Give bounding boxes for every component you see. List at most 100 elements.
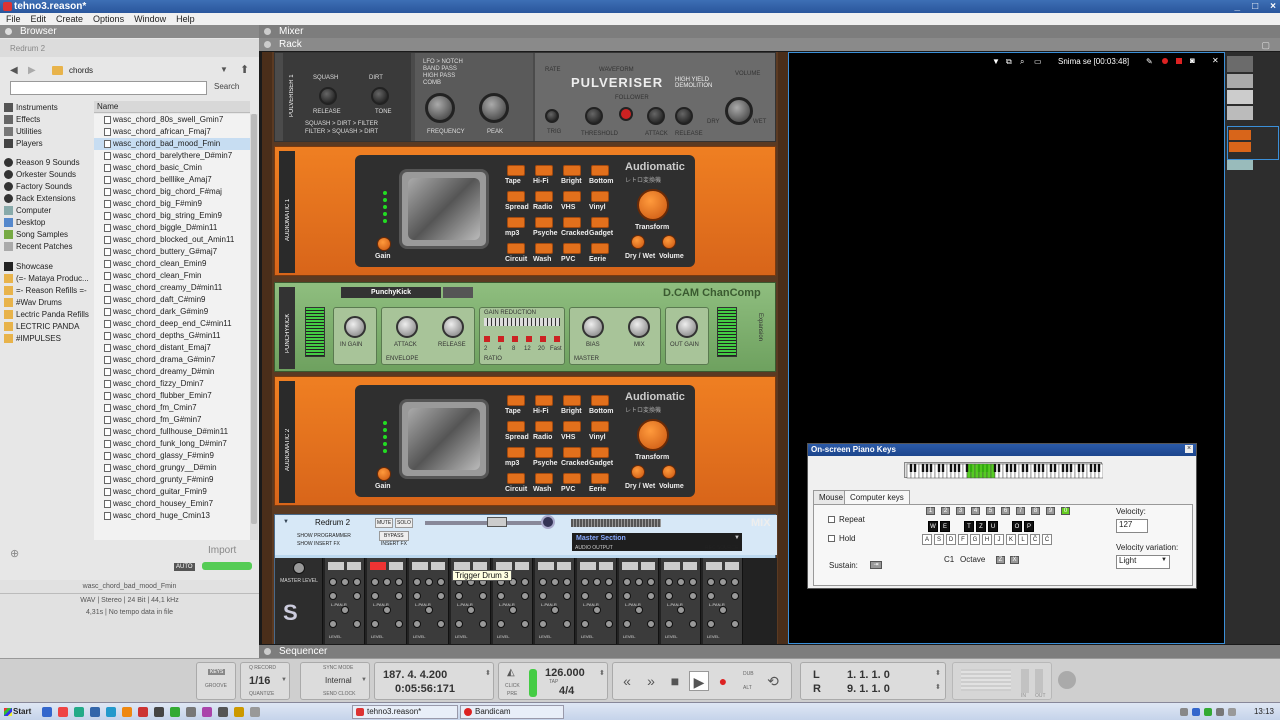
preset-button[interactable] bbox=[535, 395, 553, 406]
piano-black-key[interactable] bbox=[909, 464, 913, 472]
black-key-mapping[interactable]: U bbox=[988, 521, 998, 532]
app-icon[interactable] bbox=[170, 707, 180, 717]
tap-button[interactable]: TAP bbox=[549, 679, 558, 685]
channel-knob[interactable] bbox=[497, 620, 505, 628]
ratio-12[interactable]: 12 bbox=[524, 346, 531, 352]
preset-button[interactable] bbox=[507, 243, 525, 254]
search-input[interactable] bbox=[10, 81, 207, 95]
ratio-fast[interactable]: Fast bbox=[550, 346, 562, 352]
frequency-knob[interactable] bbox=[425, 93, 455, 123]
file-row[interactable]: wasc_chord_huge_Cmin13 bbox=[94, 510, 250, 522]
bypass-button[interactable]: BYPASS bbox=[379, 531, 409, 541]
preset-button[interactable] bbox=[507, 165, 525, 176]
channel-solo-button[interactable] bbox=[389, 562, 403, 570]
preset-button[interactable] bbox=[507, 473, 525, 484]
chevron-down-icon[interactable]: ▼ bbox=[1161, 557, 1167, 563]
preset-button[interactable] bbox=[535, 421, 553, 432]
channel-mute-button[interactable] bbox=[622, 562, 638, 570]
channel-knob[interactable] bbox=[731, 620, 739, 628]
file-row[interactable]: wasc_chord_creamy_D#min11 bbox=[94, 282, 250, 294]
octave-select-button[interactable]: 8 bbox=[1031, 507, 1040, 515]
detach-icon[interactable]: ▢ bbox=[1261, 39, 1270, 52]
preset-button[interactable] bbox=[591, 243, 609, 254]
channel-knob[interactable] bbox=[455, 592, 463, 600]
white-key-mapping[interactable]: F bbox=[958, 534, 968, 545]
octave-select-button[interactable]: 3 bbox=[956, 507, 965, 515]
piano-black-key[interactable] bbox=[1013, 464, 1017, 472]
chevron-down-icon[interactable]: ▼ bbox=[361, 677, 367, 683]
channel-knob[interactable] bbox=[539, 578, 547, 586]
channel-knob[interactable] bbox=[509, 606, 517, 614]
app-icon[interactable] bbox=[218, 707, 228, 717]
explorer-icon[interactable] bbox=[42, 707, 52, 717]
piano-black-key[interactable] bbox=[937, 464, 941, 472]
channel-mute-button[interactable] bbox=[538, 562, 554, 570]
channel-knob[interactable] bbox=[593, 606, 601, 614]
channel-knob[interactable] bbox=[707, 578, 715, 586]
location-reason9-sounds[interactable]: Reason 9 Sounds bbox=[4, 156, 80, 168]
file-row[interactable]: wasc_chord_fm_Cmin7 bbox=[94, 402, 250, 414]
piano-black-key[interactable] bbox=[1049, 464, 1053, 472]
piano-window-title[interactable]: On-screen Piano Keys bbox=[808, 444, 1196, 456]
channel-knob[interactable] bbox=[341, 578, 349, 586]
file-row[interactable]: wasc_chord_clean_Fmin bbox=[94, 270, 250, 282]
fast-forward-button[interactable]: » bbox=[641, 671, 661, 691]
channel-knob[interactable] bbox=[605, 592, 613, 600]
black-key-mapping[interactable]: Z bbox=[976, 521, 986, 532]
file-row[interactable]: wasc_chord_grunty_F#min9 bbox=[94, 474, 250, 486]
channel-knob[interactable] bbox=[647, 578, 655, 586]
close-icon[interactable]: ✕ bbox=[1212, 56, 1219, 65]
tempo-stepper[interactable]: ⬍ bbox=[599, 669, 605, 677]
blue-knob[interactable] bbox=[541, 515, 555, 529]
master-fader-handle[interactable] bbox=[487, 517, 507, 527]
octave-select-button[interactable]: 2 bbox=[941, 507, 950, 515]
white-key-mapping[interactable]: H bbox=[982, 534, 992, 545]
collapse-icon[interactable]: ▼ bbox=[283, 519, 289, 525]
channel-knob[interactable] bbox=[581, 592, 589, 600]
peak-knob[interactable] bbox=[479, 93, 509, 123]
channel-knob[interactable] bbox=[593, 578, 601, 586]
app-icon[interactable] bbox=[122, 707, 132, 717]
up-arrow-icon[interactable]: ⬆ bbox=[240, 63, 249, 76]
search-icon[interactable]: ⌕ bbox=[1020, 57, 1024, 67]
send-clock-button[interactable]: SEND CLOCK bbox=[323, 691, 356, 697]
position-time[interactable]: 0:05:56:171 bbox=[395, 683, 455, 695]
ratio-2[interactable]: 2 bbox=[484, 346, 487, 352]
channel-knob[interactable] bbox=[551, 578, 559, 586]
file-row[interactable]: wasc_chord_drama_G#min7 bbox=[94, 354, 250, 366]
release-knob[interactable] bbox=[442, 316, 464, 338]
file-row[interactable]: wasc_chord_fizzy_Dmin7 bbox=[94, 378, 250, 390]
file-row[interactable]: wasc_chord_dreamy_D#min bbox=[94, 366, 250, 378]
window-icon[interactable]: ⧉ bbox=[1006, 57, 1012, 67]
preset-button[interactable] bbox=[507, 421, 525, 432]
preset-button[interactable] bbox=[563, 395, 581, 406]
keys-button[interactable]: KEYS bbox=[208, 669, 226, 675]
piano-black-key[interactable] bbox=[1005, 464, 1009, 472]
mix-knob[interactable] bbox=[628, 316, 650, 338]
close-icon[interactable]: × bbox=[1185, 445, 1193, 453]
preset-button[interactable] bbox=[507, 191, 525, 202]
preset-button[interactable] bbox=[591, 395, 609, 406]
white-key-mapping[interactable]: Č bbox=[1030, 534, 1040, 545]
octave-select-button[interactable]: 4 bbox=[971, 507, 980, 515]
white-key-mapping[interactable]: L bbox=[1018, 534, 1028, 545]
squash-knob[interactable] bbox=[319, 87, 337, 105]
menu-window[interactable]: Window bbox=[134, 13, 166, 25]
tab-computer-keys[interactable]: Computer keys bbox=[844, 490, 910, 504]
white-key-mapping[interactable]: S bbox=[934, 534, 944, 545]
piano-black-key[interactable] bbox=[1041, 464, 1045, 472]
channel-knob[interactable] bbox=[539, 620, 547, 628]
channel-knob[interactable] bbox=[413, 592, 421, 600]
attack-knob[interactable] bbox=[396, 316, 418, 338]
preset-button[interactable] bbox=[535, 191, 553, 202]
channel-solo-button[interactable] bbox=[683, 562, 697, 570]
channel-knob[interactable] bbox=[497, 592, 505, 600]
location-computer[interactable]: Computer bbox=[4, 204, 51, 216]
piano-black-key[interactable] bbox=[1009, 464, 1013, 472]
channel-knob[interactable] bbox=[665, 592, 673, 600]
file-column-header[interactable]: Name bbox=[94, 101, 250, 113]
channel-knob[interactable] bbox=[563, 592, 571, 600]
white-key-mapping[interactable]: Ć bbox=[1042, 534, 1052, 545]
tray-icon[interactable] bbox=[1180, 708, 1188, 716]
taskbar-item-reason[interactable]: tehno3.reason* bbox=[352, 705, 458, 719]
